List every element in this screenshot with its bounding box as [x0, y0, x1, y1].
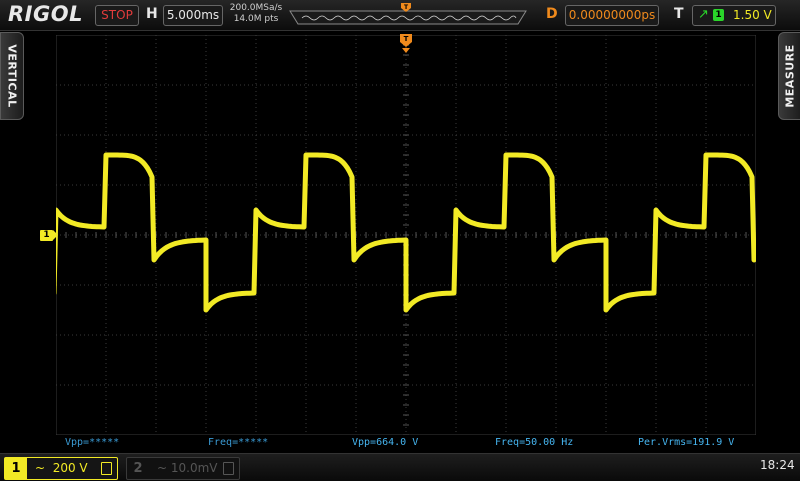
- ch2-number: 2: [133, 461, 143, 476]
- sample-rate: 200.0MSa/s: [229, 3, 283, 13]
- memory-depth: 14.0M pts: [233, 14, 279, 24]
- measure-tab-label: MEASURE: [783, 44, 797, 108]
- trigger-level-value: 1.50 V: [733, 8, 772, 22]
- horizontal-delay-value[interactable]: 0.00000000ps: [565, 5, 659, 26]
- measurement-freq-ch1: Freq=50.00 Hz: [495, 437, 574, 448]
- measurement-vrms-ch1: Per.Vrms=191.9 V: [638, 437, 735, 448]
- horizontal-label: H: [146, 6, 158, 22]
- delay-label: D: [546, 6, 558, 22]
- acquisition-info: 200.0MSa/s 14.0M pts: [226, 3, 286, 25]
- waveform-display[interactable]: [56, 35, 756, 435]
- trigger-source-badge: 1: [713, 9, 724, 21]
- memory-position-bar[interactable]: T: [288, 2, 528, 26]
- ac-coupling-icon: ~: [157, 461, 168, 475]
- measurement-freq-ch2: Freq=*****: [208, 437, 269, 448]
- ch1-number: 1: [5, 458, 27, 479]
- timebase-value[interactable]: 5.000ms: [163, 5, 223, 26]
- measurement-vpp-ch2: Vpp=*****: [65, 437, 120, 448]
- measure-menu-tab[interactable]: MEASURE: [778, 32, 800, 120]
- ch2-settings[interactable]: 2 ~ 10.0mV: [126, 457, 240, 480]
- top-status-bar: RIGOL STOP H 5.000ms 200.0MSa/s 14.0M pt…: [0, 0, 800, 31]
- channel-status-bar: 1 ~ 200 V 2 ~ 10.0mV 18:24: [0, 453, 800, 481]
- ch1-scale: ~ 200 V: [35, 461, 88, 475]
- ac-coupling-icon: ~: [35, 461, 46, 475]
- svg-text:T: T: [404, 35, 409, 43]
- trigger-label: T: [674, 6, 684, 22]
- ch1-settings[interactable]: 1 ~ 200 V: [4, 457, 118, 480]
- bandwidth-limit-icon: [101, 462, 112, 475]
- run-stop-status[interactable]: STOP: [95, 5, 139, 26]
- measurement-vpp-ch1: Vpp=664.0 V: [352, 437, 419, 448]
- vertical-tab-label: VERTICAL: [5, 44, 19, 108]
- bandwidth-limit-icon: [223, 462, 234, 475]
- vertical-menu-tab[interactable]: VERTICAL: [0, 32, 24, 120]
- trigger-position-marker[interactable]: T: [400, 34, 412, 54]
- trigger-settings[interactable]: ↗ 1 1.50 V: [692, 5, 776, 26]
- rising-edge-icon: ↗: [698, 7, 709, 22]
- system-clock: 18:24: [760, 458, 795, 472]
- ch1-ground-marker[interactable]: 1: [40, 230, 58, 241]
- ch2-scale: ~ 10.0mV: [157, 461, 218, 475]
- brand-logo: RIGOL: [8, 2, 83, 26]
